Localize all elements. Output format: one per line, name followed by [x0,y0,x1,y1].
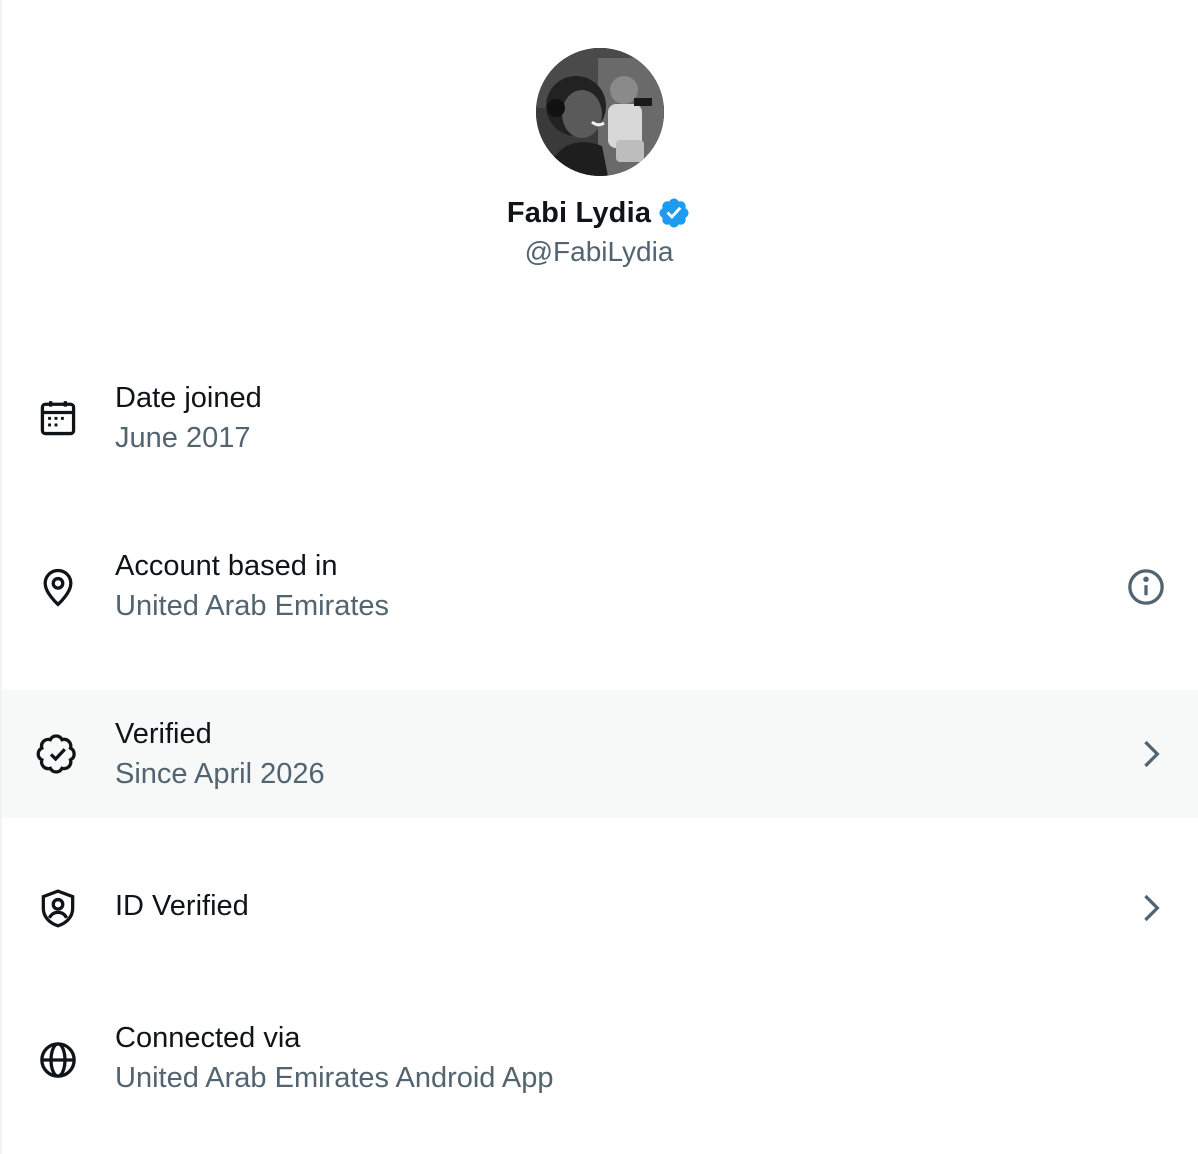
row-title: Account based in [115,550,338,582]
avatar[interactable] [536,48,664,176]
globe-icon [36,1038,80,1082]
row-id-verified[interactable]: ID Verified [2,850,1198,966]
row-connected-via: Connected via United Arab Emirates Andro… [2,994,1198,1126]
display-name: Fabi Lydia [506,196,652,229]
profile-header: Fabi Lydia @FabiLydia [0,0,1198,300]
row-subtitle: Since April 2026 [115,758,325,790]
name-row: Fabi Lydia [0,190,1198,236]
id-shield-icon [36,886,80,930]
row-subtitle: United Arab Emirates Android App [115,1062,554,1094]
info-icon[interactable] [1124,565,1168,609]
username-handle: @FabiLydia [524,236,674,267]
calendar-icon [36,396,80,440]
avatar-photo [536,48,664,176]
row-verified[interactable]: Verified Since April 2026 [2,690,1198,818]
location-pin-icon [36,565,80,609]
row-title: Verified [115,718,212,750]
verified-check-icon [36,732,80,776]
row-subtitle: United Arab Emirates [115,590,390,622]
verified-badge-icon [657,196,691,230]
row-account-based-in: Account based in United Arab Emirates [2,520,1198,654]
chevron-right-icon [1128,732,1172,776]
row-title: Date joined [115,382,262,414]
row-title: ID Verified [115,890,249,922]
chevron-right-icon [1128,886,1172,930]
row-title: Connected via [115,1022,301,1054]
row-subtitle: June 2017 [115,422,251,454]
row-date-joined: Date joined June 2017 [2,352,1198,484]
